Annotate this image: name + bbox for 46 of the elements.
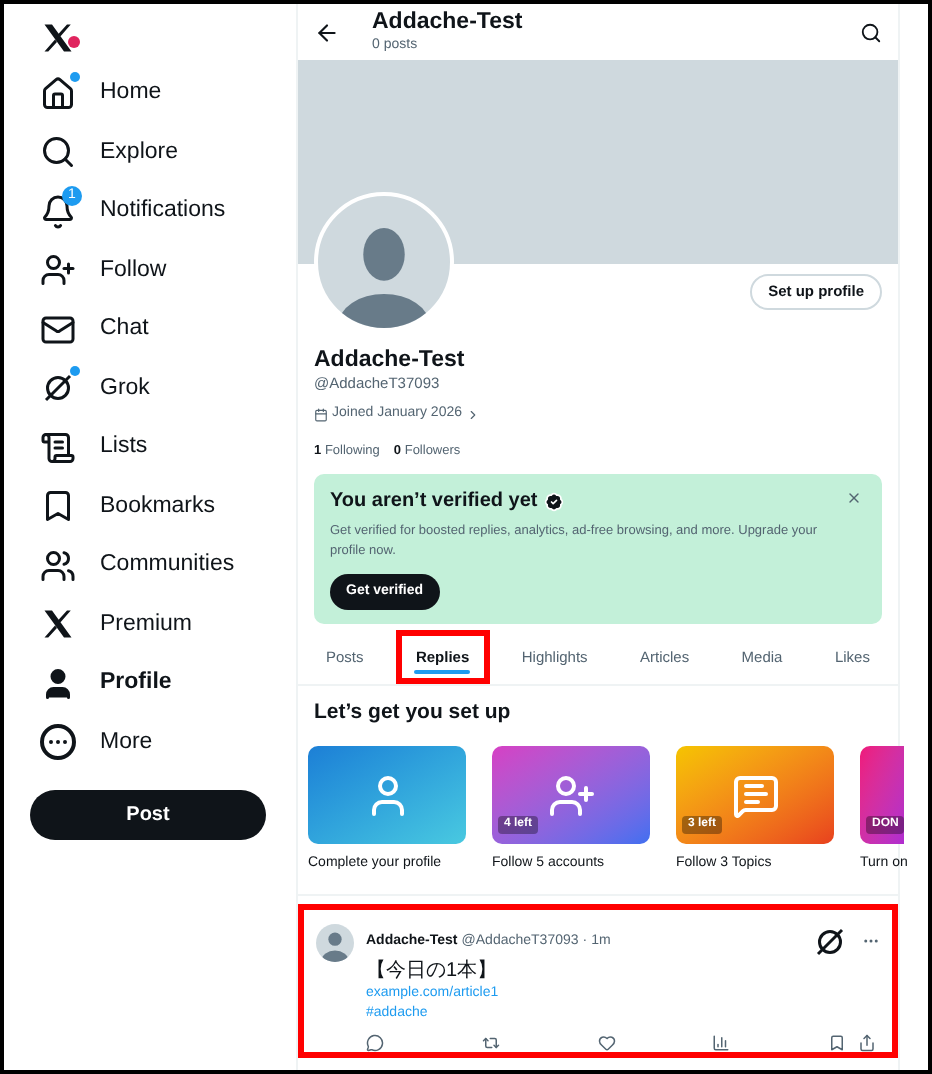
people-icon <box>40 547 76 584</box>
chevron-icon <box>466 407 480 422</box>
nav-item[interactable]: Bookmarks <box>24 477 296 536</box>
slashed-circle-icon <box>40 370 76 407</box>
x-logo <box>40 20 76 56</box>
person-icon <box>40 665 76 702</box>
search-icon <box>40 134 76 171</box>
slashed-circle-icon <box>812 923 848 959</box>
back-icon[interactable] <box>314 19 340 45</box>
user-plus-icon <box>547 771 595 819</box>
search-icon[interactable] <box>860 21 882 43</box>
home-icon <box>40 75 76 112</box>
heart-icon[interactable] <box>597 1033 615 1051</box>
user-avatar <box>316 923 354 961</box>
reply-icon[interactable] <box>366 1033 384 1051</box>
close-icon[interactable] <box>846 490 862 506</box>
repost-icon[interactable] <box>481 1033 500 1051</box>
setup-card[interactable] <box>308 746 466 844</box>
nav-item[interactable]: Lists <box>24 418 296 477</box>
nav-item[interactable]: Grok <box>24 359 296 418</box>
post-text: 【今日の1本】 <box>366 959 500 983</box>
share-icon[interactable] <box>858 1033 876 1051</box>
card-title: You aren’t verified yet <box>330 488 538 516</box>
nav-item[interactable]: Chat <box>24 300 296 359</box>
list-icon <box>40 429 76 466</box>
nav-item[interactable]: Explore <box>24 123 296 182</box>
views-icon[interactable] <box>712 1033 731 1051</box>
nav-item[interactable]: Profile <box>24 654 296 713</box>
bookmark-icon <box>40 488 76 525</box>
section-title: Let’s get you set up <box>312 698 513 729</box>
calendar-icon <box>314 407 328 422</box>
header-title: Addache-Test <box>372 11 525 35</box>
bookmark-icon[interactable] <box>828 1033 846 1051</box>
nav-item[interactable]: Follow <box>24 241 296 300</box>
speech-bubble-icon <box>731 771 779 819</box>
envelope-icon <box>40 311 76 348</box>
x-logo-icon <box>40 606 76 643</box>
nav-item[interactable]: More <box>24 713 296 772</box>
post-button[interactable]: Post <box>30 790 266 840</box>
nav-item[interactable]: Home <box>24 64 296 123</box>
verified-badge-icon <box>543 491 564 511</box>
nav-item[interactable]: Premium <box>24 595 296 654</box>
nav-item[interactable]: Communities <box>24 536 296 595</box>
more-icon <box>40 724 76 761</box>
profile-name: Addache-Test <box>314 346 467 374</box>
user-plus-icon <box>40 252 76 289</box>
